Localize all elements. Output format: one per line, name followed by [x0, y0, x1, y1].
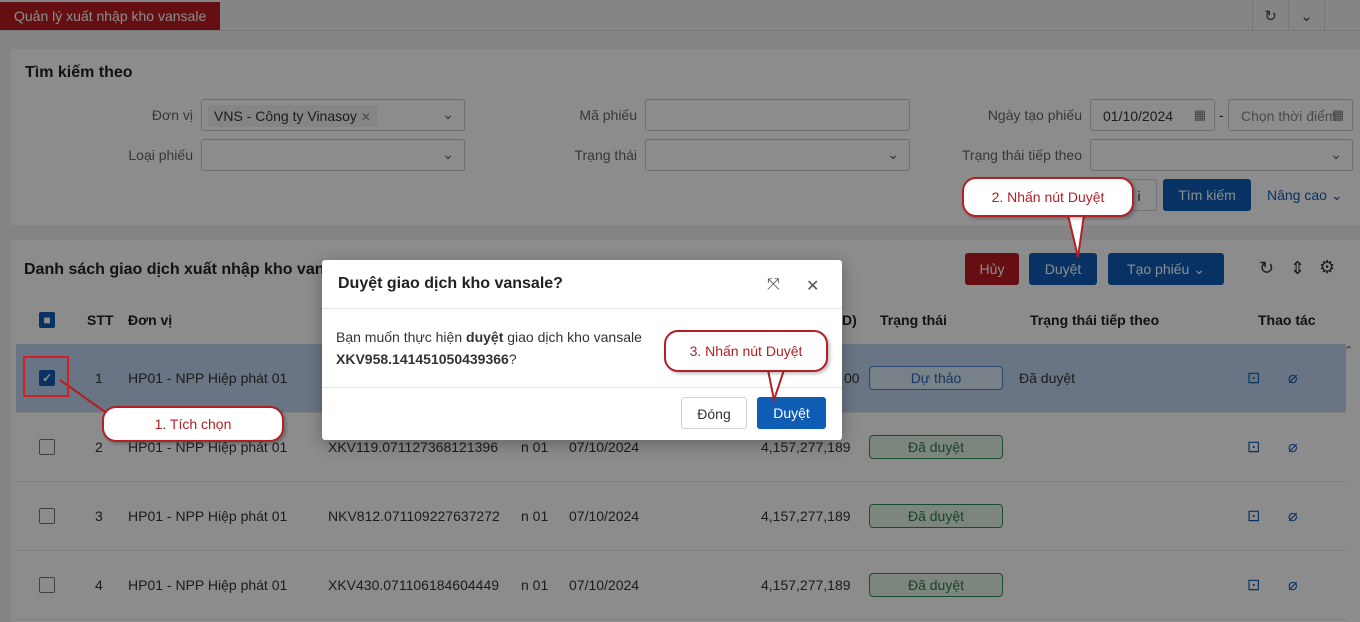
callout-step3: 3. Nhấn nút Duyệt: [664, 330, 828, 372]
dialog-approve-button[interactable]: Duyệt: [757, 397, 826, 429]
highlight-box: [23, 356, 69, 397]
dialog-footer-divider: [322, 387, 842, 388]
dialog-header-divider: [322, 308, 842, 309]
callout-step2: 2. Nhấn nút Duyệt: [962, 177, 1134, 217]
message-action: duyệt: [466, 329, 504, 345]
message-prefix: Bạn muốn thực hiện: [336, 329, 467, 345]
dialog-title: Duyệt giao dịch kho vansale?: [338, 275, 563, 292]
close-button[interactable]: Đóng: [681, 397, 747, 429]
close-icon[interactable]: ✕: [806, 276, 819, 296]
message-suffix: giao dịch kho vansale: [503, 329, 642, 345]
expand-icon[interactable]: ⤧: [767, 276, 780, 294]
transaction-code: XKV958.141451050439366: [336, 351, 509, 367]
message-question-mark: ?: [508, 351, 517, 367]
callout-step1: 1. Tích chọn: [102, 406, 284, 442]
